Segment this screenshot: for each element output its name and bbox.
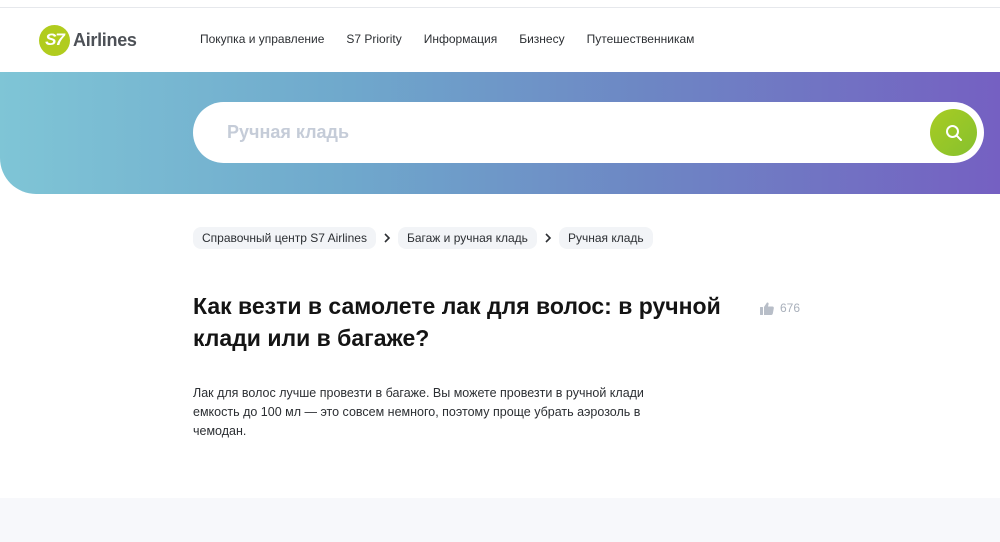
nav-item-purchase[interactable]: Покупка и управление <box>200 32 324 46</box>
nav-item-business[interactable]: Бизнесу <box>519 32 564 46</box>
footer-band <box>0 498 1000 542</box>
search-input[interactable] <box>227 102 907 163</box>
thumbs-up-icon <box>760 301 774 315</box>
page-title: Как везти в самолете лак для волос: в ру… <box>193 293 721 351</box>
nav-item-priority[interactable]: S7 Priority <box>346 32 401 46</box>
logo-mark: S7 <box>39 24 70 56</box>
likes-count: 676 <box>780 301 801 315</box>
main-nav: Покупка и управление S7 Priority Информа… <box>200 32 716 46</box>
breadcrumb-help-center[interactable]: Справочный центр S7 Airlines <box>193 227 376 249</box>
nav-item-travelers[interactable]: Путешественникам <box>587 32 695 46</box>
breadcrumb-hand-luggage[interactable]: Ручная кладь <box>558 227 653 249</box>
s7-logo[interactable]: S7 Airlines <box>39 24 137 56</box>
nav-item-info[interactable]: Информация <box>424 32 497 46</box>
site-header: S7 Airlines Покупка и управление S7 Prio… <box>0 8 1000 72</box>
likes-counter[interactable]: 676 <box>760 301 800 315</box>
logo-text: Airlines <box>73 29 137 50</box>
search-button[interactable] <box>930 109 977 156</box>
article-body: Лак для волос лучше провезти в багаже. В… <box>193 386 644 438</box>
top-border <box>0 0 1000 8</box>
search-icon <box>945 124 962 141</box>
breadcrumb-baggage[interactable]: Багаж и ручная кладь <box>397 227 537 249</box>
search-hero <box>0 72 1000 194</box>
chevron-right-icon <box>537 233 559 243</box>
chevron-right-icon <box>376 233 398 243</box>
breadcrumb: Справочный центр S7 Airlines Багаж и руч… <box>193 227 653 249</box>
search-bar <box>193 102 984 163</box>
